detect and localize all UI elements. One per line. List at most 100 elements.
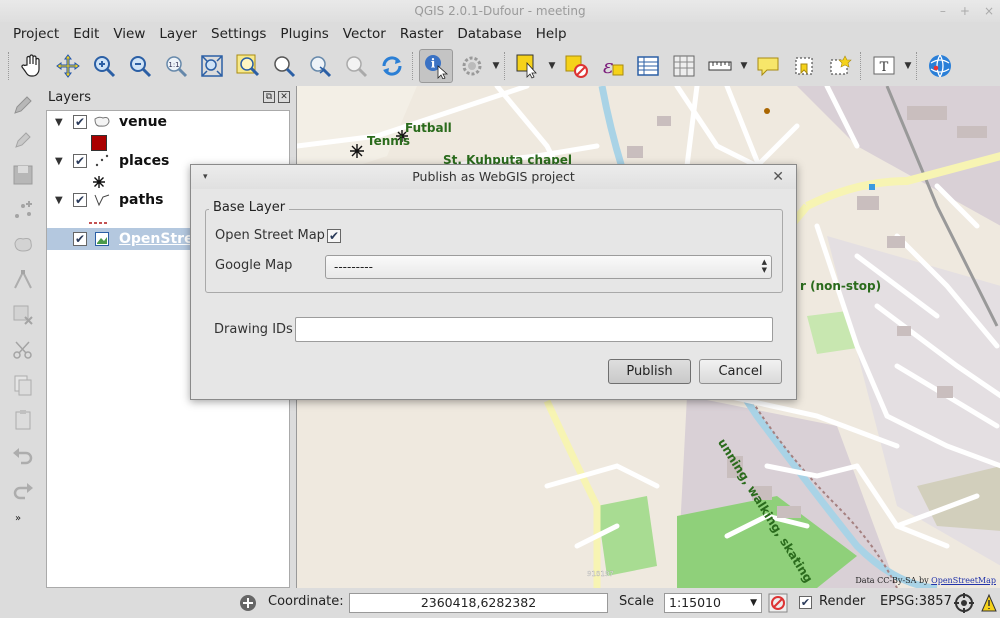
menu-view[interactable]: View [106,26,152,42]
field-calculator-icon[interactable] [667,49,701,83]
paste-features-icon[interactable] [3,404,43,436]
text-annotation-icon[interactable]: T [867,49,901,83]
base-layer-groupbox [205,209,783,293]
menu-project[interactable]: Project [6,26,66,42]
cut-features-icon[interactable] [3,334,43,366]
float-panel-icon[interactable]: ⧉ [263,91,275,103]
base-layer-group-title: Base Layer [209,200,290,215]
deselect-icon[interactable] [559,49,593,83]
osm-checkbox[interactable]: ✔ [327,229,341,243]
collapse-arrow-icon[interactable]: ▼ [55,117,65,128]
bookmark-icon[interactable] [787,49,821,83]
layers-title-text: Layers [48,90,92,105]
svg-text:T: T [880,60,889,75]
polygon-layer-icon [93,113,111,131]
drawing-ids-input[interactable] [295,317,773,342]
toolbar-separator [412,52,416,80]
coordinate-toggle-icon[interactable] [238,593,258,617]
dialog-titlebar: ▾ Publish as WebGIS project ✕ [191,165,796,189]
svg-text:1:1: 1:1 [168,61,179,69]
select-dropdown[interactable]: ▼ [546,49,558,83]
new-bookmark-icon[interactable] [823,49,857,83]
toolbar-separator [860,52,864,80]
copy-features-icon[interactable] [3,369,43,401]
layer-item-venue[interactable]: ▼ ✔ venue [47,111,289,133]
identify-icon[interactable]: i [419,49,453,83]
map-label-nonstop: r (non-stop) [800,279,882,293]
digitize-pencil-icon[interactable] [3,89,43,121]
pan-to-selection-icon[interactable] [51,49,85,83]
stop-render-icon[interactable] [768,593,788,617]
close-window-button[interactable]: × [984,0,994,22]
messages-icon[interactable] [980,593,998,617]
menu-settings[interactable]: Settings [204,26,273,42]
collapse-arrow-icon[interactable]: ▼ [55,195,65,206]
dialog-close-icon[interactable]: ✕ [772,165,784,189]
zoom-actual-icon[interactable]: 1:1 [159,49,193,83]
map-label-futball: Futball [405,121,452,135]
redo-icon[interactable] [3,474,43,506]
coordinate-label: Coordinate: [268,594,344,609]
run-action-icon[interactable] [455,49,489,83]
toolbar-handle[interactable] [8,52,12,80]
refresh-icon[interactable] [375,49,409,83]
zoom-out-icon[interactable] [123,49,157,83]
svg-text:918197: 918197 [587,570,614,578]
layer-visibility-checkbox[interactable]: ✔ [73,193,87,207]
scale-label: Scale [619,594,654,609]
toggle-editing-icon[interactable] [3,124,43,156]
crs-label[interactable]: EPSG:3857 [880,594,952,609]
window-titlebar: QGIS 2.0.1-Dufour - meeting – + × [0,0,1000,22]
publish-dialog: ▾ Publish as WebGIS project ✕ Base Layer… [190,164,797,400]
measure-icon[interactable] [703,49,737,83]
menu-raster[interactable]: Raster [393,26,451,42]
dialog-menu-icon[interactable]: ▾ [203,165,208,189]
scale-select[interactable]: 1:15010 ▼ [664,593,762,613]
menu-vector[interactable]: Vector [336,26,393,42]
publish-button[interactable]: Publish [608,359,691,384]
delete-selected-icon[interactable] [3,299,43,331]
annotation-dropdown[interactable]: ▼ [902,49,914,83]
move-feature-icon[interactable] [3,229,43,261]
collapse-arrow-icon[interactable]: ▼ [55,156,65,167]
coordinate-field[interactable]: 2360418,6282382 [349,593,608,613]
zoom-selection-icon[interactable] [267,49,301,83]
zoom-last-icon[interactable] [303,49,337,83]
maximize-button[interactable]: + [960,0,970,22]
zoom-next-icon[interactable] [339,49,373,83]
attribution-link[interactable]: OpenStreetMap [931,576,996,585]
menu-plugins[interactable]: Plugins [273,26,335,42]
menu-help[interactable]: Help [529,26,574,42]
close-panel-icon[interactable]: ✕ [278,91,290,103]
node-tool-icon[interactable] [3,264,43,296]
measure-dropdown[interactable]: ▼ [738,49,750,83]
map-tips-icon[interactable] [751,49,785,83]
web-plugin-icon[interactable] [923,49,957,83]
menu-database[interactable]: Database [450,26,528,42]
menu-layer[interactable]: Layer [152,26,204,42]
layer-visibility-checkbox[interactable]: ✔ [73,115,87,129]
pan-hand-icon[interactable] [15,49,49,83]
crs-status-icon[interactable] [954,593,974,617]
minimize-button[interactable]: – [940,0,946,22]
render-checkbox[interactable]: ✔ [799,596,812,609]
scale-value: 1:15010 [669,595,721,610]
expression-select-icon[interactable]: ε [595,49,629,83]
layer-visibility-checkbox[interactable]: ✔ [73,154,87,168]
google-map-select[interactable]: --------- ▲ ▼ [325,255,772,279]
undo-icon[interactable] [3,439,43,471]
toolbar-overflow-icon[interactable]: » [3,509,43,527]
menu-edit[interactable]: Edit [66,26,106,42]
zoom-layer-icon[interactable] [231,49,265,83]
run-action-dropdown[interactable]: ▼ [490,49,502,83]
select-features-icon[interactable] [511,49,545,83]
layer-name: venue [119,114,168,130]
add-feature-icon[interactable] [3,194,43,226]
attribute-table-icon[interactable] [631,49,665,83]
zoom-in-icon[interactable] [87,49,121,83]
save-edits-icon[interactable] [3,159,43,191]
attribution-prefix: Data CC-By-SA by [855,576,932,585]
layer-visibility-checkbox[interactable]: ✔ [73,232,87,246]
cancel-button[interactable]: Cancel [699,359,782,384]
zoom-full-icon[interactable] [195,49,229,83]
